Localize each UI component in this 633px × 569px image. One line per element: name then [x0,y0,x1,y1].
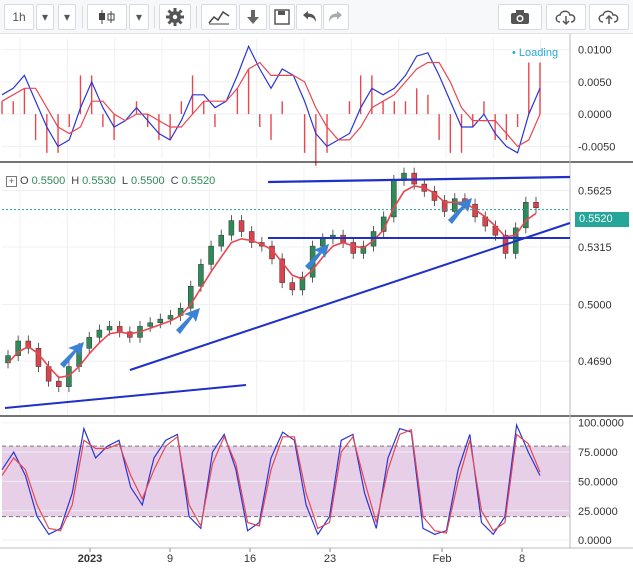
y-tick-label: 0.0000 [578,535,612,547]
download-button[interactable] [239,4,267,30]
candle-body [289,282,296,291]
loading-indicator: • Loading [512,47,558,59]
arrow-shape [305,244,329,270]
interval-menu[interactable]: ▾ [58,4,76,30]
candle-body [218,234,224,247]
chevron-down-icon: ▾ [135,10,143,24]
trendline-lower [4,384,247,409]
up-arrow-icon [305,244,329,270]
chart-type-button[interactable] [87,4,127,30]
redo-button[interactable] [323,4,349,30]
interval-button[interactable]: 1h [4,4,34,30]
candle-body [96,329,103,338]
screenshot-button[interactable] [498,4,542,30]
last-price-label: 0.5520 [579,213,613,225]
interval-label: 1h [12,10,26,24]
y-tick-label: 50.0000 [578,476,618,488]
y-tick-label: 0.0000 [578,109,612,121]
candle-body [86,337,92,349]
gear-icon [166,8,184,26]
y-tick-label: -0.0050 [578,141,615,153]
ohlc-open-label: O [20,175,29,187]
stochastic-panel: 100.0000 75.0000 50.0000 25.0000 0.0000 [1,418,624,547]
y-tick-label: 0.4690 [578,356,612,368]
ohlc-close-value: 0.5520 [181,175,216,187]
ohlc-low-value: 0.5500 [130,175,165,187]
save-layout-button[interactable] [589,4,629,30]
ohlc-low-label: L [121,175,128,187]
cloud-download-icon [555,10,576,26]
save-icon [274,9,290,25]
settings-button[interactable] [159,4,191,30]
loading-dot-icon: • [512,47,516,59]
x-tick-label: 23 [324,553,336,565]
y-tick-label: 100.0000 [578,418,624,430]
download-icon [247,10,259,24]
ohlc-open-value: 0.5500 [31,175,66,187]
x-tick-label: 8 [519,553,525,565]
ohlc-high-label: H [71,175,80,187]
candle-body [320,238,326,247]
last-price-badge: 0.5520 [575,212,629,227]
y-tick-label: 25.0000 [578,506,618,518]
candle-body [198,264,204,287]
candle-body [208,245,214,265]
candle-body [157,318,164,324]
candle-body [116,326,123,333]
y-tick-label: 0.5625 [578,185,612,197]
time-axis: 2023 9 16 23 Feb 8 [78,548,525,565]
chart-type-dropdown[interactable]: ▾ [129,4,149,30]
load-layout-button[interactable] [546,4,586,30]
loading-label: Loading [518,47,559,59]
trendline-top [267,175,571,184]
undo-button[interactable] [296,4,322,30]
candle-body [533,202,539,209]
chart-toolbar: 1h ▾ ▾ ▾ [0,0,633,34]
x-tick-label: 16 [244,553,256,565]
y-tick-label: 0.5000 [578,300,612,312]
interval-dropdown[interactable]: ▾ [36,4,54,30]
ohlc-legend: + O 0.5500 H 0.5530 L 0.5500 C 0.5520 [6,175,215,187]
x-tick-label: 2023 [78,553,102,565]
price-panel: 0.5625 0.5315 0.5000 0.4690 [2,164,612,414]
save-button[interactable] [269,4,295,30]
cloud-upload-icon [598,10,619,24]
candlestick-icon [99,10,115,24]
x-tick-label: Feb [433,553,452,565]
y-tick-label: 75.0000 [578,447,618,459]
chevron-down-icon: ▾ [41,10,49,24]
chart-canvas[interactable]: 0.01000.00500.0000-0.0050 0.56250.53150.… [0,34,633,569]
undo-icon [303,11,316,22]
indicators-icon [208,10,230,25]
legend-toggle-icon[interactable]: + [6,175,17,187]
candle-body [228,220,235,236]
candle-body [350,242,356,254]
redo-icon [329,11,342,22]
candle-body [147,322,153,327]
x-tick-label: 9 [167,553,173,565]
candle-body [238,220,245,232]
y-tick-label: 0.5315 [578,242,612,254]
candle-body [35,348,42,367]
candle-body [167,315,174,320]
ohlc-high-value: 0.5530 [82,175,116,187]
indicators-button[interactable] [201,4,237,30]
ohlc-close-label: C [170,175,179,187]
y-tick-label: 0.0050 [578,77,612,89]
chevron-down-icon: ▾ [63,10,71,24]
candle-body [106,326,113,331]
y-tick-label: 0.0100 [578,45,612,57]
candle-body [56,380,62,387]
camera-icon [511,10,529,24]
